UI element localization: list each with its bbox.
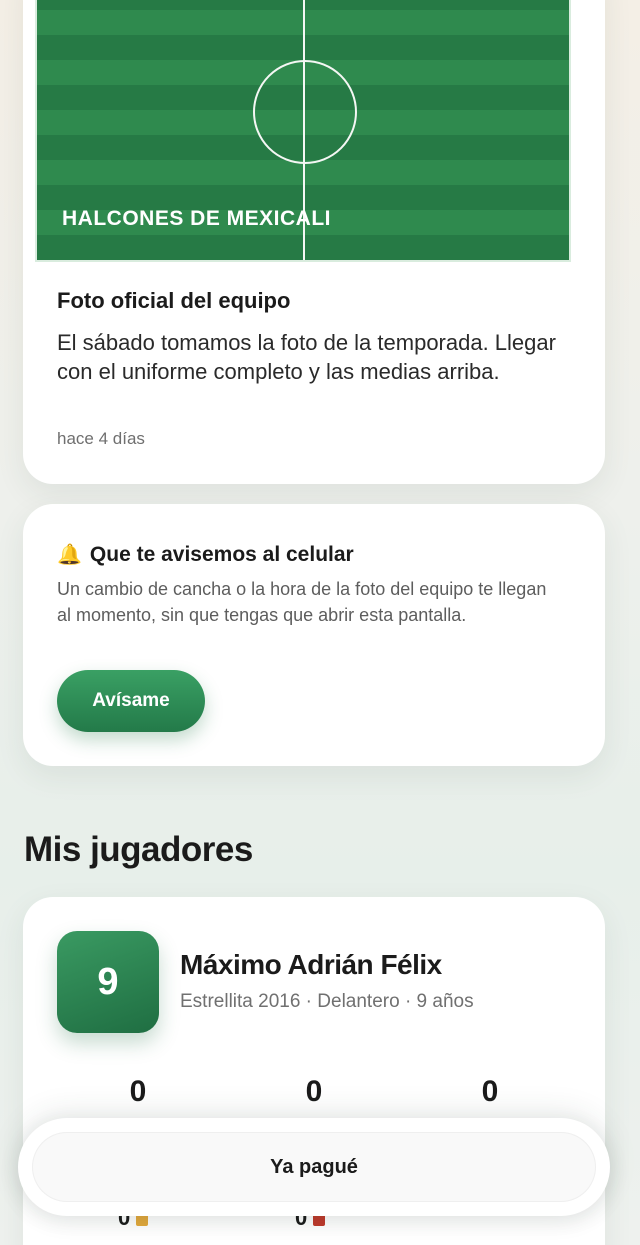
player-name: Máximo Adrián Félix <box>180 949 442 980</box>
jersey-number-badge: 9 <box>57 931 159 1033</box>
notify-me-button[interactable]: Avísame <box>57 670 205 732</box>
team-photo-post-card[interactable]: HALCONES DE MEXICALI Foto oficial del eq… <box>23 0 605 484</box>
notifications-title: 🔔 Que te avisemos al celular <box>57 542 354 567</box>
my-players-heading: Mis jugadores <box>24 830 253 869</box>
field-team-name: HALCONES DE MEXICALI <box>62 207 332 230</box>
player-details: Estrellita 2016 · Delantero · 9 años <box>180 991 474 1012</box>
post-timestamp: hace 4 días <box>57 429 145 448</box>
bell-icon: 🔔 <box>57 544 82 566</box>
notifications-description: Un cambio de cancha o la hora de la foto… <box>57 579 547 625</box>
already-paid-button[interactable]: Ya pagué <box>32 1132 596 1202</box>
bottom-action-bar: Ya pagué <box>18 1118 610 1216</box>
player-stat: 0 <box>481 1075 499 1108</box>
player-stat: 0 <box>129 1075 147 1108</box>
player-stat: 0 <box>305 1075 323 1108</box>
post-title: Foto oficial del equipo <box>57 288 291 313</box>
notifications-card: 🔔 Que te avisemos al celular Un cambio d… <box>23 504 605 766</box>
post-body: El sábado tomamos la foto de la temporad… <box>57 330 556 384</box>
team-photo-image: HALCONES DE MEXICALI <box>35 0 571 262</box>
field-center-circle <box>253 60 357 164</box>
page: HALCONES DE MEXICALI Foto oficial del eq… <box>0 0 640 1245</box>
notifications-title-text: Que te avisemos al celular <box>89 542 354 566</box>
